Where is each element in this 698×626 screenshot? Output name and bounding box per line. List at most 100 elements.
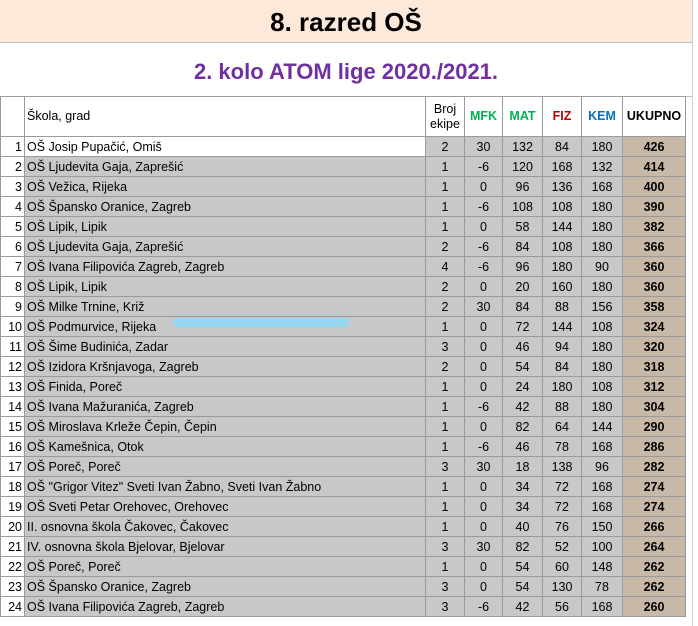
row-rank[interactable]: 2 <box>0 156 25 177</box>
header-total[interactable]: UKUPNO <box>622 96 686 137</box>
row-mat[interactable]: 96 <box>502 176 543 197</box>
row-mat[interactable]: 18 <box>502 456 543 477</box>
row-mfk[interactable]: 0 <box>464 356 503 377</box>
row-kem[interactable]: 144 <box>581 416 623 437</box>
row-total[interactable]: 360 <box>622 256 686 277</box>
row-kem[interactable]: 108 <box>581 376 623 397</box>
row-rank[interactable]: 4 <box>0 196 25 217</box>
row-school[interactable]: IV. osnovna škola Bjelovar, Bjelovar <box>24 536 426 557</box>
row-fiz[interactable]: 108 <box>542 236 582 257</box>
row-teams[interactable]: 1 <box>425 316 465 337</box>
row-mfk[interactable]: 0 <box>464 556 503 577</box>
row-teams[interactable]: 2 <box>425 296 465 317</box>
row-rank[interactable]: 9 <box>0 296 25 317</box>
row-school[interactable]: OŠ Josip Pupačić, Omiš <box>24 136 426 157</box>
row-mat[interactable]: 120 <box>502 156 543 177</box>
row-mfk[interactable]: 0 <box>464 376 503 397</box>
row-mat[interactable]: 34 <box>502 496 543 517</box>
row-rank[interactable]: 6 <box>0 236 25 257</box>
row-mat[interactable]: 108 <box>502 196 543 217</box>
row-mfk[interactable]: 0 <box>464 176 503 197</box>
row-school[interactable]: OŠ Lipik, Lipik <box>24 216 426 237</box>
row-fiz[interactable]: 108 <box>542 196 582 217</box>
row-total[interactable]: 286 <box>622 436 686 457</box>
row-mfk[interactable]: -6 <box>464 396 503 417</box>
row-school[interactable]: OŠ Finida, Poreč <box>24 376 426 397</box>
header-teams[interactable]: Broj ekipe <box>425 96 465 137</box>
row-teams[interactable]: 3 <box>425 576 465 597</box>
row-school[interactable]: OŠ Špansko Oranice, Zagreb <box>24 576 426 597</box>
row-mfk[interactable]: -6 <box>464 156 503 177</box>
row-teams[interactable]: 2 <box>425 136 465 157</box>
row-teams[interactable]: 2 <box>425 276 465 297</box>
row-school[interactable]: OŠ Špansko Oranice, Zagreb <box>24 196 426 217</box>
row-rank[interactable]: 8 <box>0 276 25 297</box>
row-rank[interactable]: 7 <box>0 256 25 277</box>
row-mat[interactable]: 34 <box>502 476 543 497</box>
row-total[interactable]: 324 <box>622 316 686 337</box>
row-school[interactable]: OŠ Ivana Mažuranića, Zagreb <box>24 396 426 417</box>
row-mat[interactable]: 82 <box>502 536 543 557</box>
row-teams[interactable]: 3 <box>425 456 465 477</box>
row-fiz[interactable]: 136 <box>542 176 582 197</box>
row-rank[interactable]: 18 <box>0 476 25 497</box>
row-mat[interactable]: 24 <box>502 376 543 397</box>
row-fiz[interactable]: 64 <box>542 416 582 437</box>
row-rank[interactable]: 23 <box>0 576 25 597</box>
row-total[interactable]: 274 <box>622 476 686 497</box>
row-mat[interactable]: 46 <box>502 436 543 457</box>
row-mfk[interactable]: 30 <box>464 456 503 477</box>
row-school[interactable]: OŠ Ljudevita Gaja, Zaprešić <box>24 156 426 177</box>
row-mfk[interactable]: -6 <box>464 436 503 457</box>
row-kem[interactable]: 90 <box>581 256 623 277</box>
row-teams[interactable]: 1 <box>425 156 465 177</box>
row-mat[interactable]: 42 <box>502 396 543 417</box>
row-kem[interactable]: 180 <box>581 136 623 157</box>
row-total[interactable]: 290 <box>622 416 686 437</box>
row-mfk[interactable]: -6 <box>464 596 503 617</box>
row-mfk[interactable]: 30 <box>464 296 503 317</box>
row-total[interactable]: 390 <box>622 196 686 217</box>
row-teams[interactable]: 1 <box>425 516 465 537</box>
row-fiz[interactable]: 56 <box>542 596 582 617</box>
row-kem[interactable]: 100 <box>581 536 623 557</box>
row-mfk[interactable]: 30 <box>464 536 503 557</box>
row-kem[interactable]: 168 <box>581 476 623 497</box>
row-total[interactable]: 360 <box>622 276 686 297</box>
row-school[interactable]: OŠ Poreč, Poreč <box>24 556 426 577</box>
row-total[interactable]: 414 <box>622 156 686 177</box>
row-school[interactable]: OŠ Sveti Petar Orehovec, Orehovec <box>24 496 426 517</box>
row-teams[interactable]: 1 <box>425 476 465 497</box>
row-teams[interactable]: 3 <box>425 596 465 617</box>
row-fiz[interactable]: 130 <box>542 576 582 597</box>
row-mat[interactable]: 54 <box>502 576 543 597</box>
row-teams[interactable]: 1 <box>425 496 465 517</box>
row-mfk[interactable]: 0 <box>464 316 503 337</box>
row-fiz[interactable]: 60 <box>542 556 582 577</box>
row-teams[interactable]: 4 <box>425 256 465 277</box>
row-total[interactable]: 312 <box>622 376 686 397</box>
row-fiz[interactable]: 78 <box>542 436 582 457</box>
row-total[interactable]: 320 <box>622 336 686 357</box>
row-teams[interactable]: 1 <box>425 396 465 417</box>
row-fiz[interactable]: 180 <box>542 376 582 397</box>
row-fiz[interactable]: 52 <box>542 536 582 557</box>
row-rank[interactable]: 3 <box>0 176 25 197</box>
row-total[interactable]: 304 <box>622 396 686 417</box>
row-fiz[interactable]: 88 <box>542 396 582 417</box>
row-mfk[interactable]: 30 <box>464 136 503 157</box>
row-kem[interactable]: 96 <box>581 456 623 477</box>
row-kem[interactable]: 180 <box>581 236 623 257</box>
row-rank[interactable]: 19 <box>0 496 25 517</box>
row-mfk[interactable]: 0 <box>464 336 503 357</box>
row-fiz[interactable]: 72 <box>542 496 582 517</box>
row-fiz[interactable]: 138 <box>542 456 582 477</box>
row-kem[interactable]: 150 <box>581 516 623 537</box>
row-school[interactable]: OŠ Miroslava Krleže Čepin, Čepin <box>24 416 426 437</box>
row-mat[interactable]: 132 <box>502 136 543 157</box>
row-kem[interactable]: 180 <box>581 196 623 217</box>
row-fiz[interactable]: 84 <box>542 356 582 377</box>
row-total[interactable]: 264 <box>622 536 686 557</box>
row-rank[interactable]: 1 <box>0 136 25 157</box>
row-school[interactable]: OŠ "Grigor Vitez" Sveti Ivan Žabno, Svet… <box>24 476 426 497</box>
